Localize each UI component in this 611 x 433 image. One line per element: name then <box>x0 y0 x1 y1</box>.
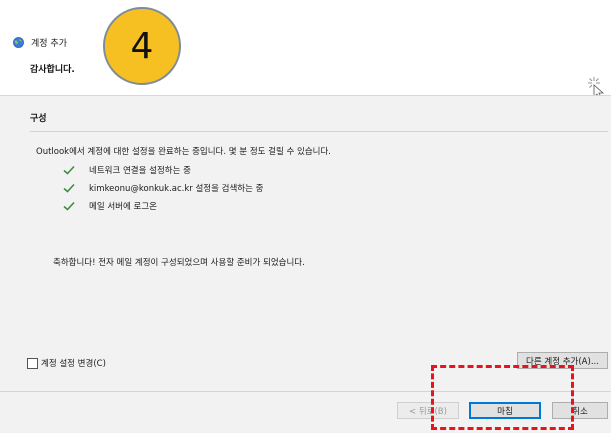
globe-icon <box>13 37 24 48</box>
dialog-header: 계정 추가 감사합니다. 4 <box>0 0 611 99</box>
checkbox-label[interactable]: 계정 설정 변경(C) <box>41 357 106 369</box>
section-divider <box>30 131 608 132</box>
cancel-button[interactable]: 취소 <box>552 402 608 419</box>
progress-step-label: 메일 서버에 로그온 <box>89 202 157 212</box>
window-title: 계정 추가 <box>31 39 67 49</box>
checkbox-box[interactable] <box>27 357 38 369</box>
progress-step: kimkeonu@konkuk.ac.kr 설정을 검색하는 중 <box>63 181 263 195</box>
checkmark-icon <box>63 183 75 193</box>
footer-divider <box>0 391 611 392</box>
add-another-account-button[interactable]: 다른 계정 추가(A)... <box>517 352 608 369</box>
finish-button[interactable]: 마침 <box>469 402 541 419</box>
section-title: 구성 <box>30 114 47 124</box>
step-number-badge: 4 <box>103 7 181 85</box>
progress-step-label: kimkeonu@konkuk.ac.kr 설정을 검색하는 중 <box>89 184 264 194</box>
progress-step-label: 네트워크 연결을 설정하는 중 <box>89 166 191 176</box>
checkmark-icon <box>63 165 75 175</box>
success-message: 축하합니다! 전자 메일 계정이 구성되었으며 사용할 준비가 되었습니다. <box>53 258 305 268</box>
progress-intro-text: Outlook에서 계정에 대한 설정을 완료하는 중입니다. 몇 분 정도 걸… <box>36 147 332 157</box>
progress-step: 메일 서버에 로그온 <box>63 199 157 213</box>
progress-step: 네트워크 연결을 설정하는 중 <box>63 163 191 177</box>
back-button[interactable]: < 뒤로(B) <box>397 402 459 419</box>
change-account-settings-checkbox[interactable]: 계정 설정 변경(C) <box>27 357 106 369</box>
checkmark-icon <box>63 201 75 211</box>
page-subtitle: 감사합니다. <box>30 65 75 75</box>
